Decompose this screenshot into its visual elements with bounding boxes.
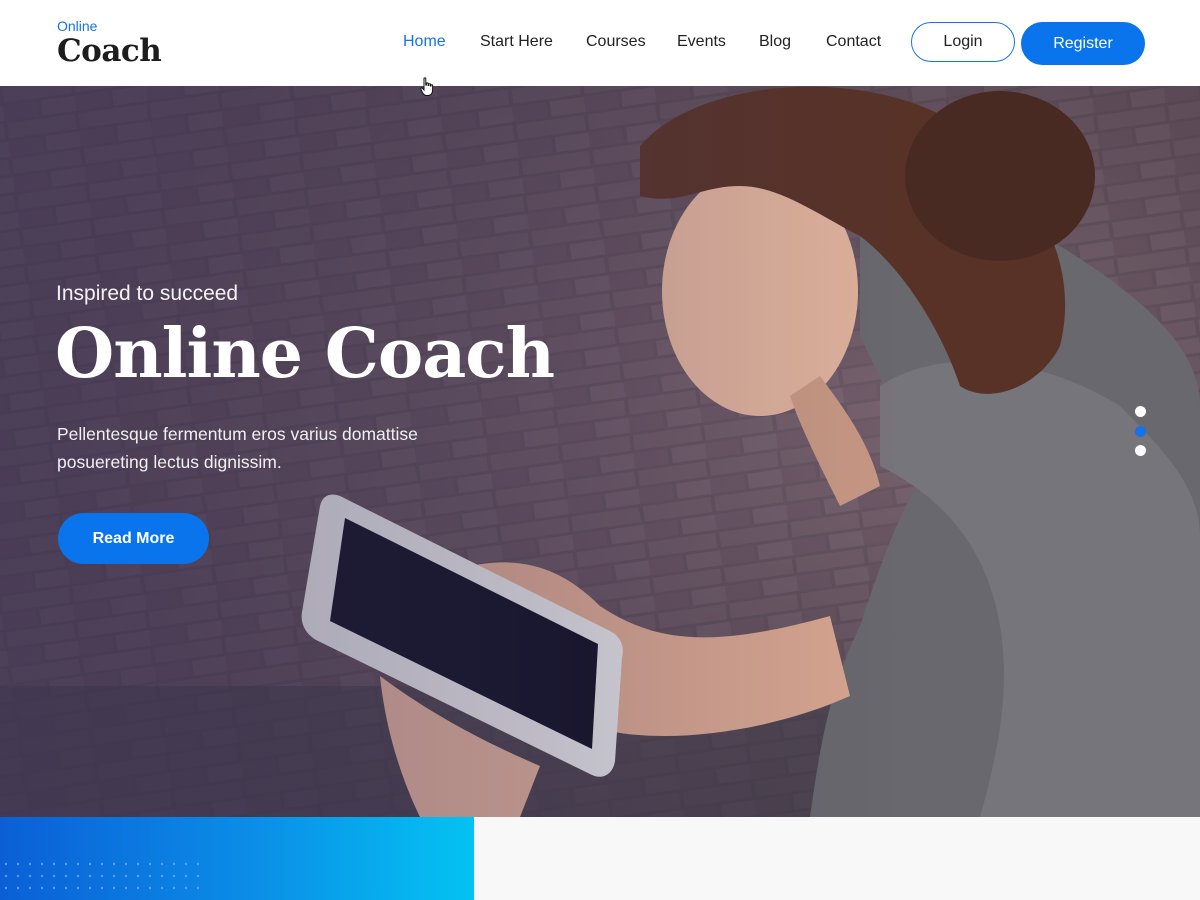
- slider-dot-3[interactable]: [1135, 445, 1146, 456]
- slider-dots: [1135, 406, 1147, 465]
- login-button[interactable]: Login: [911, 22, 1015, 62]
- feature-band-gradient: [0, 817, 474, 900]
- slider-dot-1[interactable]: [1135, 406, 1146, 417]
- nav-item-events[interactable]: Events: [677, 33, 726, 51]
- slider-dot-2[interactable]: [1135, 425, 1146, 437]
- nav-item-courses[interactable]: Courses: [586, 33, 646, 51]
- hero-kicker: Inspired to succeed: [56, 282, 239, 305]
- main-nav: Home Start Here Courses Events Blog Cont…: [0, 0, 1200, 86]
- read-more-button[interactable]: Read More: [58, 513, 209, 564]
- hero-description: Pellentesque fermentum eros varius domat…: [57, 424, 418, 472]
- register-button[interactable]: Register: [1021, 22, 1145, 65]
- nav-item-contact[interactable]: Contact: [826, 33, 881, 51]
- dot-pattern-decoration: [4, 862, 200, 890]
- feature-band-light: [474, 817, 1200, 900]
- nav-item-home[interactable]: Home: [403, 33, 446, 51]
- hero-banner: Inspired to succeed Online Coach Pellent…: [0, 86, 1200, 817]
- hand-cursor-icon: [420, 77, 434, 96]
- hero-title: Online Coach: [55, 314, 555, 394]
- nav-item-start-here[interactable]: Start Here: [480, 33, 553, 51]
- site-header: Online Coach Home Start Here Courses Eve…: [0, 0, 1200, 86]
- nav-item-blog[interactable]: Blog: [759, 33, 791, 51]
